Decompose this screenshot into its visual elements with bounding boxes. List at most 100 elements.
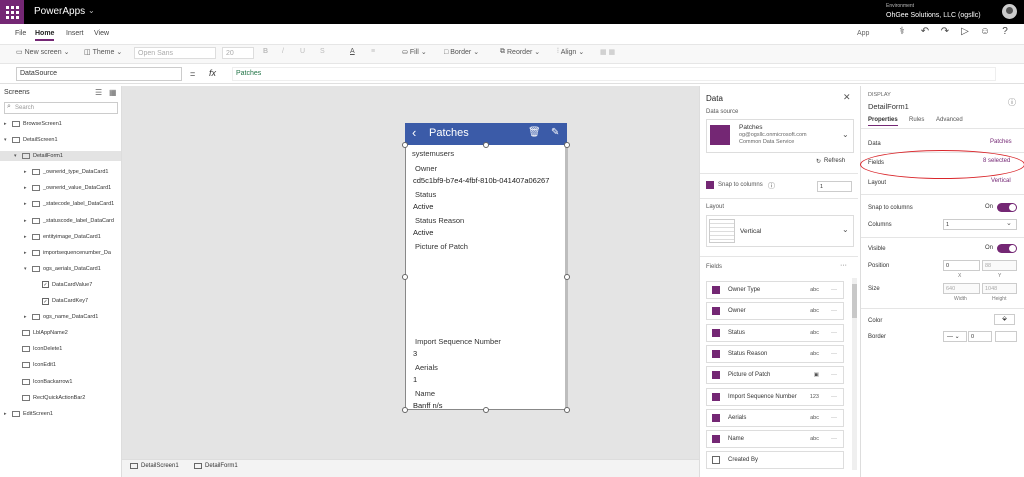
chevron-icon[interactable]: ▸ xyxy=(24,250,29,256)
chevron-icon[interactable]: ▾ xyxy=(14,153,19,159)
chevron-icon[interactable]: ▸ xyxy=(24,218,29,224)
field-row[interactable]: Import Sequence Number 123 ··· xyxy=(706,387,844,406)
list-view-icon[interactable]: ☰ xyxy=(95,88,102,97)
refresh-button[interactable]: ↻ Refresh xyxy=(816,158,845,165)
field-row[interactable]: Created By xyxy=(706,451,844,470)
theme-button[interactable]: ◫ Theme ⌄ xyxy=(84,48,122,57)
more-options-icon[interactable]: ··· xyxy=(831,330,837,336)
more-options-icon[interactable]: ··· xyxy=(840,262,847,269)
resize-handle-br[interactable] xyxy=(564,407,570,413)
field-checkbox[interactable] xyxy=(712,435,720,444)
snap-toggle[interactable] xyxy=(997,203,1017,212)
field-row[interactable]: Aerials abc ··· xyxy=(706,408,844,427)
resize-handle-t[interactable] xyxy=(483,142,489,148)
color-picker-icon[interactable]: ⬙ xyxy=(994,314,1015,325)
app-chevron-down-icon[interactable]: ⌄ xyxy=(88,6,95,15)
help-icon[interactable]: ? xyxy=(998,26,1012,40)
chevron-icon[interactable]: ▸ xyxy=(24,314,29,320)
info-icon[interactable]: ⓘ xyxy=(768,181,775,191)
chevron-icon[interactable]: ▾ xyxy=(24,266,29,272)
search-input[interactable]: Search xyxy=(4,102,118,114)
tab-properties[interactable]: Properties xyxy=(868,117,898,126)
field-value-status-reason[interactable]: Active xyxy=(413,228,433,237)
border-color-swatch[interactable] xyxy=(995,331,1017,342)
field-type-select[interactable]: abc xyxy=(810,351,819,357)
bold-button[interactable]: B xyxy=(263,48,268,55)
more-options-icon[interactable]: ··· xyxy=(831,415,837,421)
field-type-select[interactable]: 123 xyxy=(810,394,819,400)
group-icon[interactable]: ▦ ▦ xyxy=(600,48,615,56)
edit-pencil-icon[interactable]: ✎ xyxy=(551,127,559,138)
tree-item[interactable]: IconEdit1 xyxy=(0,360,121,370)
environment-value[interactable]: OhGee Solutions, LLC (ogsllc) xyxy=(886,12,981,19)
resize-handle-r[interactable] xyxy=(564,274,570,280)
tree-item[interactable]: IconBackarrow1 xyxy=(0,377,121,387)
field-checkbox[interactable] xyxy=(712,371,720,380)
more-options-icon[interactable]: ··· xyxy=(831,372,837,378)
field-row[interactable]: Status Reason abc ··· xyxy=(706,344,844,363)
data-value[interactable]: Patches xyxy=(990,139,1012,145)
position-y-input[interactable]: 88 xyxy=(982,260,1017,271)
app-launcher-waffle-icon[interactable] xyxy=(0,0,24,24)
tree-item[interactable]: ▸ importsequencenumber_Da xyxy=(0,248,121,258)
field-type-select[interactable]: abc xyxy=(810,308,819,314)
chevron-icon[interactable]: ▸ xyxy=(24,169,29,175)
tree-item[interactable]: ▸ _ownerid_value_DataCard1 xyxy=(0,183,121,193)
tree-item[interactable]: ▸ _statuscode_label_DataCard xyxy=(0,216,121,226)
field-value-import-seq[interactable]: 3 xyxy=(413,349,417,358)
tab-advanced[interactable]: Advanced xyxy=(936,117,963,123)
chevron-down-icon[interactable]: ⌄ xyxy=(842,130,849,139)
share-user-icon[interactable]: ☺ xyxy=(978,26,992,40)
tree-item[interactable]: LblAppName2 xyxy=(0,328,121,338)
position-x-input[interactable]: 0 xyxy=(943,260,980,271)
tree-item[interactable]: ✓ DataCardValue7 xyxy=(0,280,121,290)
field-value-name[interactable]: Banff n/s xyxy=(413,401,442,410)
field-checkbox[interactable] xyxy=(712,307,720,316)
control-name[interactable]: DetailForm1 xyxy=(868,102,909,111)
more-options-icon[interactable]: ··· xyxy=(831,394,837,400)
field-type-select[interactable]: abc xyxy=(810,415,819,421)
menu-view[interactable]: View xyxy=(94,30,109,37)
resize-handle-l[interactable] xyxy=(402,274,408,280)
new-screen-button[interactable]: ▭ New screen ⌄ xyxy=(16,48,69,57)
field-value-owner[interactable]: cd5c1bf9-b7e4-4fbf-810b-041407a06267 xyxy=(413,176,549,185)
more-options-icon[interactable]: ··· xyxy=(831,308,837,314)
resize-handle-tr[interactable] xyxy=(564,142,570,148)
tab-rules[interactable]: Rules xyxy=(909,117,924,123)
more-options-icon[interactable]: ··· xyxy=(831,351,837,357)
underline-icon[interactable]: U xyxy=(300,48,305,55)
stethoscope-icon[interactable]: ⚕ xyxy=(895,26,909,40)
menu-file[interactable]: File xyxy=(15,30,26,37)
help-icon[interactable]: ⓘ xyxy=(1008,97,1016,108)
tree-item[interactable]: IconDelete1 xyxy=(0,344,121,354)
reorder-button[interactable]: ⧉ Reorder ⌄ xyxy=(500,48,540,56)
field-row[interactable]: Picture of Patch ▣ ··· xyxy=(706,366,844,385)
font-select[interactable]: Open Sans xyxy=(134,47,216,59)
tree-item[interactable]: ▸ _statecode_label_DataCard1 xyxy=(0,199,121,209)
resize-handle-b[interactable] xyxy=(483,407,489,413)
field-checkbox[interactable] xyxy=(712,286,720,294)
chevron-icon[interactable]: ▸ xyxy=(24,185,29,191)
more-options-icon[interactable]: ··· xyxy=(831,287,837,293)
text-align-icon[interactable]: ≡ xyxy=(371,48,375,55)
menu-home[interactable]: Home xyxy=(35,30,55,41)
field-checkbox[interactable] xyxy=(712,456,720,465)
field-type-select[interactable]: ▣ xyxy=(814,372,819,378)
field-checkbox[interactable] xyxy=(712,328,720,337)
chevron-icon[interactable]: ▸ xyxy=(24,201,29,207)
font-size-select[interactable]: 20 xyxy=(222,47,254,59)
grid-view-icon[interactable]: ▦ xyxy=(109,88,117,97)
field-checkbox[interactable] xyxy=(712,349,720,358)
undo-icon[interactable]: ↶ xyxy=(918,26,932,40)
tree-item[interactable]: ▸ entityimage_DataCard1 xyxy=(0,232,121,242)
italic-icon[interactable]: / xyxy=(282,48,284,55)
font-color-icon[interactable]: A xyxy=(350,48,355,55)
chevron-down-icon[interactable]: ⌄ xyxy=(842,225,849,234)
border-style-select[interactable]: — ⌄ xyxy=(943,331,967,342)
align-button[interactable]: ⫶ Align ⌄ xyxy=(557,48,584,56)
tree-item[interactable]: ▸ ogs_name_DataCard1 xyxy=(0,312,121,322)
resize-handle-tl[interactable] xyxy=(402,142,408,148)
width-input[interactable]: 640 xyxy=(943,283,980,294)
layout-value[interactable]: Vertical xyxy=(991,178,1011,184)
field-value-aerials[interactable]: 1 xyxy=(413,375,417,384)
